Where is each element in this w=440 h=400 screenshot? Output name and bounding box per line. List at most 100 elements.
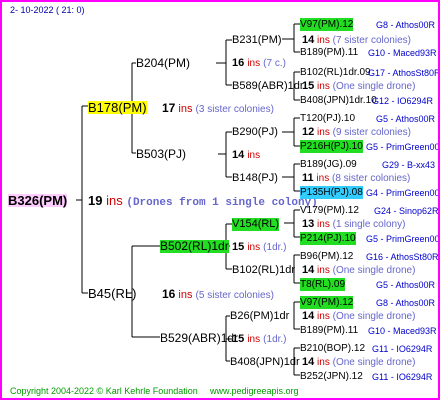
node-B102: B102(RL)1dr: [232, 264, 295, 276]
B529-ins-word: ins: [247, 334, 261, 345]
mother-ins-word: ins: [178, 103, 193, 115]
B502-ins-label: 15 ins (1dr.): [232, 241, 287, 254]
leaf-1-info: G8 - Athos00R: [376, 20, 436, 30]
B408-note: (One single drone): [332, 357, 416, 368]
leaf-13-id: V97(PM).12: [300, 296, 354, 309]
mother-queen: B178(PM): [88, 100, 147, 115]
B204-ins-label: 16 ins (7 c.): [232, 57, 286, 70]
B502-ins-word: ins: [247, 242, 261, 253]
leaf-10-id: P214(PJ).10: [300, 232, 356, 245]
B408-ins-label: 14 ins (One single drone): [302, 356, 415, 369]
leaf-13-info: G8 - Athos00R: [376, 298, 436, 308]
leaf-14-id: B189(PM).11: [300, 325, 359, 336]
B148-note: (8 sister colonies): [332, 173, 411, 184]
B231-ins-word: ins: [317, 35, 330, 46]
mother-ins-label: 17 ins (3 sister colonies): [162, 102, 274, 116]
B102-ins-count: 14: [302, 264, 315, 276]
B148-ins-label: 11 ins (8 sister colonies): [302, 172, 410, 185]
B290-ins-word: ins: [317, 127, 330, 138]
root-ins-label: 19 ins (Drones from 1 single colony): [88, 194, 318, 210]
leaf-16-info: G11 - IO6294R: [372, 372, 433, 382]
B26-note: (One single drone): [332, 311, 416, 322]
leaf-16-id: B252(JPN).12: [300, 371, 363, 382]
leaf-1-id: V97(PM).12: [300, 18, 354, 31]
mother-note: (3 sister colonies): [195, 104, 274, 115]
B589-ins-label: 15 ins (One single drone): [302, 80, 415, 93]
B102-ins-label: 14 ins (One single drone): [302, 264, 415, 277]
father-note: (5 sister colonies): [195, 290, 274, 301]
B503-ins-count: 14: [232, 149, 245, 161]
B290-ins-count: 12: [302, 126, 315, 138]
node-B408: B408(JPN)1dr: [230, 356, 300, 368]
B529-note: (1dr.): [263, 334, 287, 345]
root-ins-count: 19: [88, 193, 103, 208]
node-B589: B589(ABR)1dr: [232, 80, 304, 92]
B503-ins-word: ins: [247, 150, 261, 161]
root-queen: B326(PM): [8, 193, 68, 208]
leaf-4-id: B408(JPN)1dr.10: [300, 95, 377, 106]
B231-note: (7 sister colonies): [332, 35, 411, 46]
B290-ins-label: 12 ins (9 sister colonies): [302, 126, 411, 139]
leaf-7-info: G29 - B-xx43: [382, 160, 436, 170]
B102-note: (One single drone): [332, 265, 416, 276]
footer-copyright: Copyright 2004-2022 © Karl Kehrle Founda…: [10, 386, 198, 396]
B26-ins-word: ins: [317, 311, 330, 322]
node-B503: B503(PJ): [136, 147, 187, 161]
V154-ins-label: 13 ins (1 single colony): [302, 218, 405, 231]
B204-ins-count: 16: [232, 57, 245, 69]
B589-ins-count: 15: [302, 80, 315, 92]
leaf-3-info: G17 - AthosSt80R: [368, 68, 440, 78]
B26-ins-count: 14: [302, 310, 315, 322]
B502-ins-count: 15: [232, 241, 245, 253]
B204-note: (7 c.): [263, 58, 286, 69]
leaf-3-id: B102(RL)1dr.09: [300, 67, 371, 78]
node-V154: V154(RL): [232, 218, 280, 231]
B589-ins-word: ins: [317, 81, 330, 92]
father-ins-word: ins: [178, 289, 193, 301]
B408-ins-count: 14: [302, 356, 315, 368]
B290-note: (9 sister colonies): [332, 127, 411, 138]
leaf-11-id: B96(PM).12: [300, 251, 354, 262]
leaf-6-id: P216H(PJ).10: [300, 140, 363, 153]
root-note: (Drones from 1 single colony): [126, 197, 318, 209]
node-B148: B148(PJ): [232, 172, 278, 184]
node-B502: B502(RL)1dr: [160, 239, 229, 253]
leaf-12-info: G5 - Athos00R: [376, 280, 436, 290]
B502-note: (1dr.): [263, 242, 287, 253]
root-ins-word: ins: [106, 193, 123, 208]
leaf-15-id: B210(BOP).12: [300, 343, 366, 354]
leaf-7-id: B189(JG).09: [300, 159, 357, 170]
leaf-2-info: G10 - Maced93R: [368, 48, 437, 58]
B231-ins-count: 14: [302, 34, 315, 46]
leaf-5-info: G5 - Athos00R: [376, 114, 436, 124]
father-ins-count: 16: [162, 287, 176, 301]
leaf-4-info: G12 - IO6294R: [372, 96, 434, 106]
V154-note: (1 single colony): [332, 219, 406, 230]
footer-site: www.pedigreeapis.org: [210, 386, 299, 396]
leaf-10-info: G5 - PrimGreen00: [366, 234, 440, 244]
B529-ins-count: 15: [232, 333, 245, 345]
mother-ins-count: 17: [162, 101, 176, 115]
B204-ins-word: ins: [247, 58, 261, 69]
leaf-9-id: V179(PM).12: [300, 205, 359, 216]
B102-ins-word: ins: [317, 265, 330, 276]
node-B529: B529(ABR)1dr: [160, 331, 239, 345]
pedigree-frame: 2- 10-2022 ( 21: 0) B326(PM) 19 ins (Dro…: [0, 0, 440, 400]
node-B290: B290(PJ): [232, 126, 278, 138]
node-B26: B26(PM)1dr: [230, 310, 290, 322]
leaf-2-id: B189(PM).11: [300, 47, 359, 58]
V154-ins-word: ins: [317, 219, 330, 230]
leaf-9-info: G24 - Sinop62R: [374, 206, 439, 216]
V154-ins-count: 13: [302, 218, 315, 230]
father-queen: B45(RL): [88, 286, 137, 301]
father-ins-label: 16 ins (5 sister colonies): [162, 288, 274, 302]
leaf-12-id: T8(RL).09: [300, 278, 346, 291]
node-B231: B231(PM): [232, 34, 282, 46]
leaf-15-info: G11 - IO6294R: [372, 344, 433, 354]
B529-ins-label: 15 ins (1dr.): [232, 333, 287, 346]
B408-ins-word: ins: [317, 357, 330, 368]
B26-ins-label: 14 ins (One single drone): [302, 310, 415, 323]
header-date: 2- 10-2022 ( 21: 0): [10, 5, 85, 15]
leaf-8-id: P135H(PJ).08: [300, 186, 363, 199]
leaf-8-info: G4 - PrimGreen00: [366, 188, 440, 198]
